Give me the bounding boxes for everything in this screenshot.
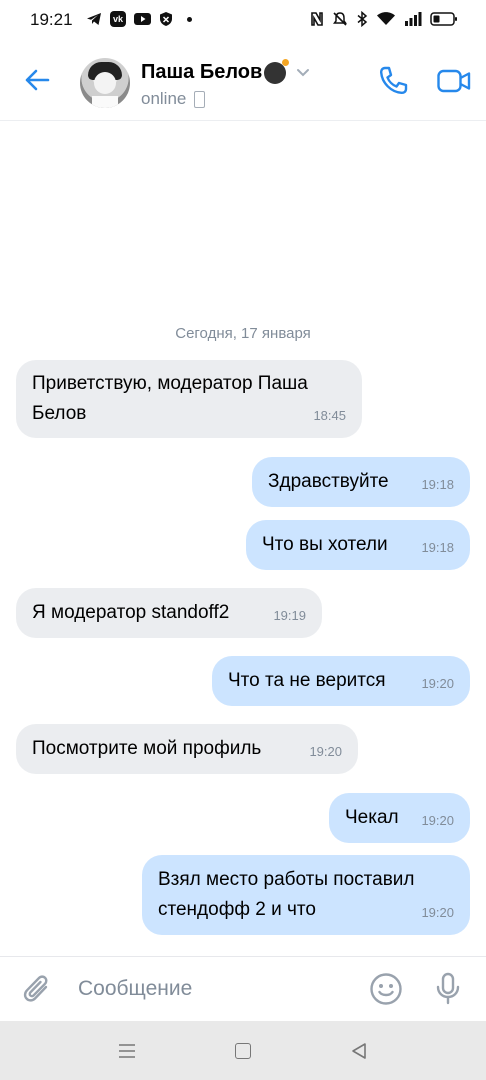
message-time: 19:20 [421,813,454,828]
message-bubble-outgoing[interactable]: Чекал 19:20 [329,793,470,843]
message-time: 19:20 [309,744,342,759]
video-call-icon[interactable] [436,64,472,98]
wifi-icon [377,12,395,25]
notification-icons: vk [86,11,192,27]
nfc-icon [311,12,323,26]
contact-name: Паша Белов [141,61,263,83]
bluetooth-icon [357,11,368,27]
shield-icon [160,12,172,26]
message-input[interactable]: Сообщение [78,977,192,1001]
message-bubble-incoming[interactable]: Посмотрите мой профиль 19:20 [16,724,358,774]
home-icon[interactable] [235,1043,251,1059]
paperclip-icon[interactable] [22,973,54,1007]
message-time: 19:20 [421,676,454,691]
vk-icon: vk [110,11,126,27]
bomb-emoji-icon [264,58,290,84]
message-text: Что та не верится [228,670,386,691]
online-status: online [141,89,187,108]
emoji-smile-icon[interactable] [369,972,403,1006]
battery-icon [430,12,457,26]
phone-call-icon[interactable] [376,64,410,98]
telegram-icon [87,13,101,25]
avatar[interactable] [80,58,130,108]
status-bar: 19:21 vk [0,0,486,40]
contact-name-row[interactable]: Паша Белов [141,58,310,84]
message-bubble-incoming[interactable]: Я модератор standoff2 19:19 [16,588,322,638]
status-time: 19:21 [30,10,73,29]
message-text: Взял место работы поставил стендофф 2 и … [158,869,415,920]
more-notifications-dot [187,16,192,22]
system-navigation-bar [0,1021,486,1080]
system-icons [310,11,458,27]
back-triangle-icon[interactable] [350,1042,368,1060]
message-text: Приветствую, модератор Паша Белов [32,373,308,424]
message-text: Посмотрите мой профиль [32,738,262,759]
message-time: 19:19 [273,608,306,623]
message-bubble-outgoing[interactable]: Что вы хотели 19:18 [246,520,470,570]
contact-status: online [141,89,206,109]
mobile-device-icon [194,90,206,108]
signal-icon [405,12,422,26]
chat-header: Паша Белов online [0,40,486,121]
message-text: Я модератор standoff2 [32,602,230,623]
recent-apps-icon[interactable] [118,1043,136,1059]
youtube-icon [134,13,151,25]
microphone-icon[interactable] [433,971,463,1007]
message-time: 19:18 [421,477,454,492]
message-bubble-outgoing[interactable]: Взял место работы поставил стендофф 2 и … [142,855,470,935]
message-composer: Сообщение [0,956,486,1022]
message-bubble-outgoing[interactable]: Что та не верится 19:20 [212,656,470,706]
mute-icon [333,12,347,26]
back-arrow-icon[interactable] [22,65,52,95]
message-time: 19:18 [421,540,454,555]
message-bubble-outgoing[interactable]: Здравствуйте 19:18 [252,457,470,507]
date-separator: Сегодня, 17 января [175,325,311,342]
message-list[interactable]: Сегодня, 17 января Приветствую, модерато… [0,121,486,956]
message-time: 19:20 [421,905,454,920]
chevron-down-icon [297,68,310,76]
message-bubble-incoming[interactable]: Приветствую, модератор Паша Белов 18:45 [16,360,362,438]
message-time: 18:45 [313,408,346,423]
